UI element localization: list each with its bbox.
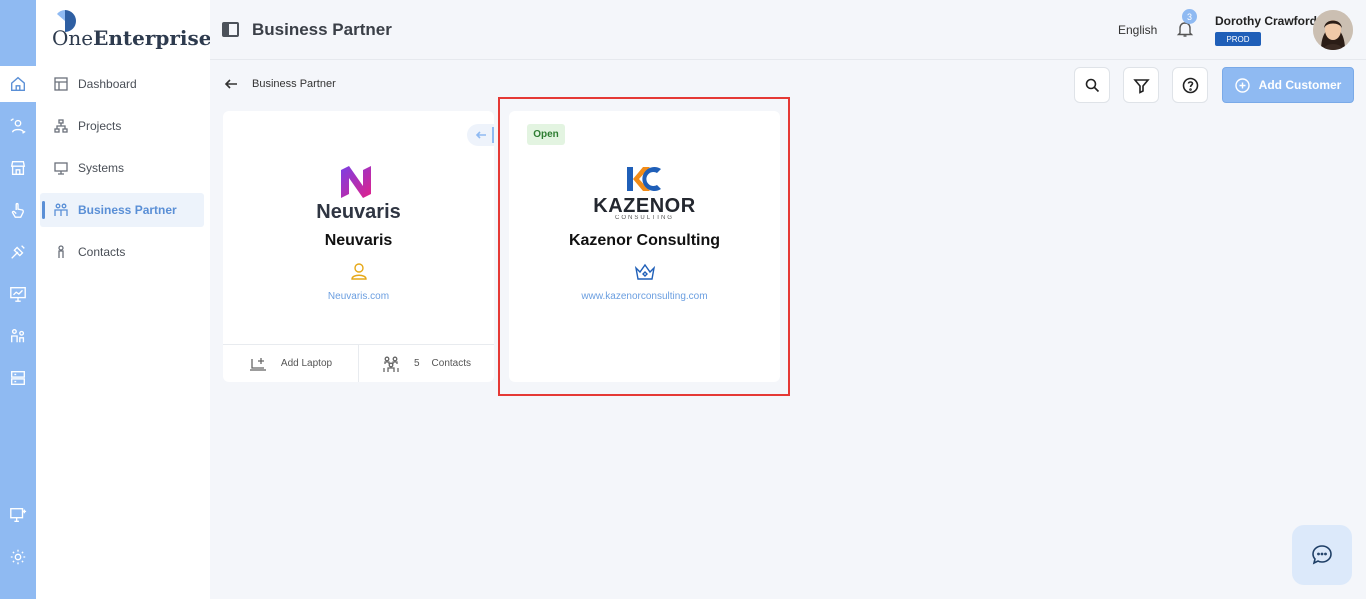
card-website-link[interactable]: Neuvaris.com xyxy=(223,291,494,302)
contacts-count: 5 xyxy=(413,358,420,369)
sidebar-item-business-partner[interactable]: Business Partner xyxy=(40,193,204,227)
user-switch-icon[interactable] xyxy=(8,116,28,136)
neuvaris-logo-icon xyxy=(341,166,371,198)
partner-card-neuvaris[interactable]: Neuvaris Neuvaris Neuvaris.com xyxy=(223,111,494,382)
sidebar-nav: OneEnterprise Dashboard Projects Systems… xyxy=(36,0,212,599)
sidebar-item-projects[interactable]: Projects xyxy=(40,109,204,143)
person-icon xyxy=(58,245,64,258)
breadcrumb[interactable]: Business Partner xyxy=(252,78,336,90)
card-footer: Add Laptop 5 Contacts xyxy=(223,344,494,382)
add-laptop-button[interactable]: Add Laptop xyxy=(223,345,358,382)
chat-bubble-icon xyxy=(1312,545,1332,565)
logo-mark-icon xyxy=(57,10,76,32)
add-laptop-label: Add Laptop xyxy=(280,358,333,369)
sidebar-item-label: Dashboard xyxy=(78,77,137,91)
neuvaris-logo-text: Neuvaris xyxy=(316,201,401,223)
contacts-button[interactable]: 5 Contacts xyxy=(358,345,494,382)
selection-highlight xyxy=(498,97,790,396)
page-title: Business Partner xyxy=(252,20,392,39)
app-logo[interactable]: OneEnterprise xyxy=(52,10,212,50)
user-name[interactable]: Dorothy Crawford xyxy=(1215,14,1317,28)
server-icon[interactable] xyxy=(8,368,28,388)
systems-icon xyxy=(54,162,68,175)
sidebar-item-systems[interactable]: Systems xyxy=(40,151,204,185)
people-icon xyxy=(54,203,68,216)
laptop-add-icon xyxy=(249,357,266,371)
icon-rail xyxy=(0,0,36,599)
sidebar-item-contacts[interactable]: Contacts xyxy=(40,235,204,269)
avatar[interactable] xyxy=(1313,10,1353,50)
sidebar-item-dashboard[interactable]: Dashboard xyxy=(40,67,204,101)
sidebar-item-label: Systems xyxy=(78,161,125,175)
back-arrow-icon[interactable] xyxy=(224,77,240,93)
filter-icon xyxy=(1132,78,1150,94)
sidebar-item-label: Projects xyxy=(78,119,122,133)
store-icon[interactable] xyxy=(8,158,28,178)
user-contact-icon xyxy=(349,261,369,281)
home-icon[interactable] xyxy=(8,74,28,94)
collapse-arrow-icon[interactable] xyxy=(467,124,494,146)
plus-circle-icon xyxy=(1234,77,1250,93)
settings-gear-icon[interactable] xyxy=(8,547,28,567)
dashboard-icon xyxy=(54,77,68,91)
tools-icon[interactable] xyxy=(8,242,28,262)
hierarchy-icon xyxy=(54,119,68,133)
top-header: Business Partner English 3 Dorothy Crawf… xyxy=(210,0,1366,60)
sidebar-item-label: Contacts xyxy=(78,245,126,259)
environment-badge: PROD xyxy=(1215,32,1261,46)
filter-button[interactable] xyxy=(1123,67,1159,103)
contacts-label: Contacts xyxy=(431,358,472,369)
sidebar-item-label: Business Partner xyxy=(78,203,177,217)
sidebar-toggle-icon[interactable] xyxy=(222,22,239,37)
touch-icon[interactable] xyxy=(8,200,28,220)
add-customer-label: Add Customer xyxy=(1258,78,1342,92)
people-hand-icon[interactable] xyxy=(8,326,28,346)
help-icon xyxy=(1182,77,1198,93)
add-customer-button[interactable]: Add Customer xyxy=(1222,67,1354,103)
card-title: Neuvaris xyxy=(324,232,393,249)
language-selector[interactable]: English xyxy=(1118,23,1157,37)
search-button[interactable] xyxy=(1074,67,1110,103)
remote-desktop-icon[interactable] xyxy=(8,505,28,525)
group-icon xyxy=(383,356,399,372)
search-icon xyxy=(1085,78,1099,92)
monitor-chart-icon[interactable] xyxy=(8,284,28,304)
notification-count-badge: 3 xyxy=(1182,9,1197,24)
help-button[interactable] xyxy=(1172,67,1208,103)
chat-button[interactable] xyxy=(1292,525,1352,585)
